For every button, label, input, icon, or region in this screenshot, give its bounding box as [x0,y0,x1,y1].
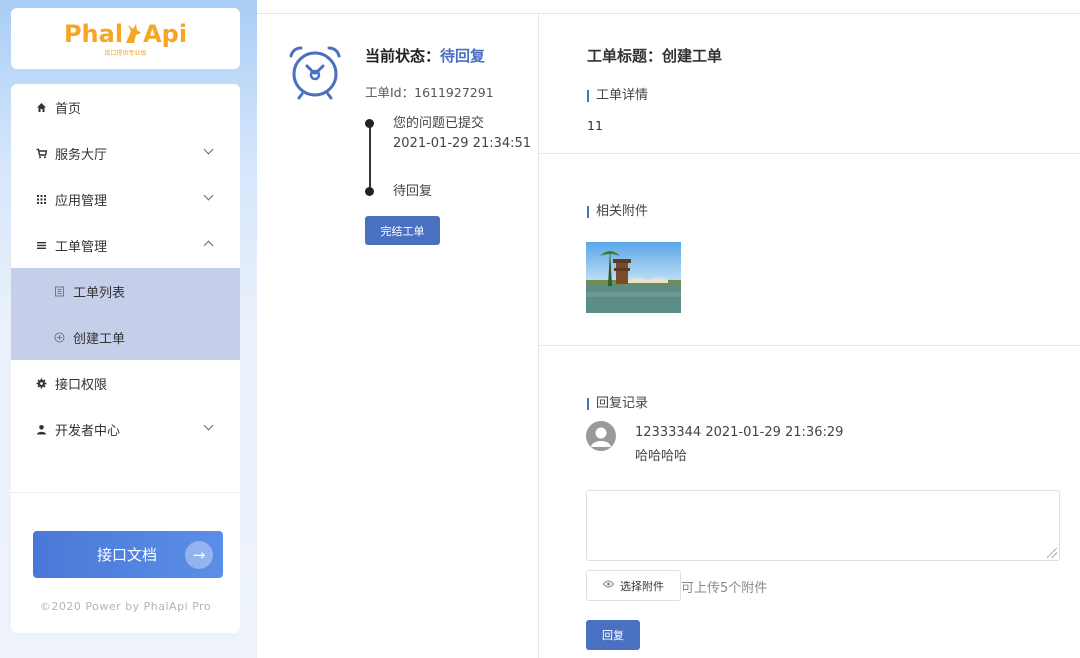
arrow-right-icon: → [185,541,213,569]
gear-icon [35,377,47,389]
reply-content: 哈哈哈哈 [635,449,688,464]
section-attachments: 相关附件 [587,205,648,218]
section-divider [539,153,1080,154]
avatar [586,421,616,451]
sidebar-item-label: 创建工单 [73,331,126,347]
sidebar-menu: 首页 服务大厅 应用管理 工单管理 工单列表 创建工单 接口权限 开发者中心 接… [11,84,240,633]
reply-textarea[interactable] [586,490,1060,561]
sidebar-item-create-ticket[interactable]: 创建工单 [11,314,240,360]
timeline-item-submitted: 您的问题已提交 2021-01-29 21:34:51 [393,114,531,154]
chevron-down-icon [203,190,214,201]
sidebar-item-label: 接口权限 [55,377,108,393]
column-divider [538,14,539,658]
timeline-dot [365,119,374,128]
main-content: 当前状态：待回复 工单Id：1611927291 您的问题已提交 2021-01… [257,0,1080,658]
document-icon [53,285,65,297]
logo-text-right: Api [143,19,188,48]
eye-icon [602,580,615,591]
alarm-clock-icon [289,46,341,100]
top-divider [257,13,1080,14]
timeline-line [369,124,371,192]
timeline-text: 待回复 [393,184,433,199]
chevron-up-icon [203,240,214,251]
ticket-id: 工单Id：1611927291 [365,82,494,101]
sidebar-item-label: 开发者中心 [55,423,121,439]
api-docs-label: 接口文档 [97,546,158,564]
timeline-item-pending: 待回复 [393,182,432,202]
copyright-text: ©2020 Power by PhalApi Pro [39,600,212,613]
reply-meta: 12333344 2021-01-29 21:36:29 [635,425,843,440]
sidebar-item-service-hall[interactable]: 服务大厅 [11,130,240,176]
choose-attachment-button[interactable]: 选择附件 [586,570,681,601]
timeline-text: 您的问题已提交 [393,116,485,131]
user-avatar-icon [591,427,611,447]
menu-divider [11,492,240,493]
sidebar-item-api-permissions[interactable]: 接口权限 [11,360,240,406]
ticket-detail-text: 11 [587,118,603,133]
sidebar-item-home[interactable]: 首页 [11,84,240,130]
attachment-thumbnail[interactable] [586,242,681,313]
section-replies: 回复记录 [587,397,648,410]
sidebar-item-label: 应用管理 [55,193,108,209]
ticket-title-value: 创建工单 [662,47,723,65]
list-icon [35,239,47,251]
cart-icon [35,147,47,159]
section-ticket-detail: 工单详情 [587,89,648,102]
fox-logo-icon [126,23,142,43]
api-docs-button[interactable]: 接口文档 → [33,531,223,578]
reply-time: 2021-01-29 21:36:29 [705,425,844,440]
timeline-dot [365,187,374,196]
chevron-down-icon [203,420,214,431]
logo-subtitle: 接口提供专业级 [104,49,147,57]
status-label: 当前状态： [365,47,441,65]
finish-ticket-button[interactable]: 完结工单 [365,216,440,245]
logo: Phal Api [64,21,187,47]
ticket-submenu: 工单列表 创建工单 [11,268,240,360]
reply-submit-button[interactable]: 回复 [586,620,640,650]
grid-icon [35,193,47,205]
ticket-id-value: 1611927291 [414,85,494,100]
sidebar-item-label: 首页 [55,101,82,117]
home-icon [35,101,47,113]
upload-hint: 可上传5个附件 [681,581,768,596]
logo-card[interactable]: Phal Api 接口提供专业级 [11,8,240,69]
sidebar-item-label: 服务大厅 [55,147,108,163]
chevron-down-icon [203,144,214,155]
status-value: 待回复 [440,47,486,65]
timeline-time: 2021-01-29 21:34:51 [393,136,532,151]
sidebar-item-developer-center[interactable]: 开发者中心 [11,406,240,452]
plus-circle-icon [53,331,65,343]
user-icon [35,423,47,435]
choose-attachment-label: 选择附件 [620,579,664,593]
sidebar-item-app-management[interactable]: 应用管理 [11,176,240,222]
sidebar-item-ticket-list[interactable]: 工单列表 [11,268,240,314]
reply-user: 12333344 [635,425,702,440]
ticket-status: 当前状态：待回复 [365,45,485,66]
logo-text-left: Phal [63,19,124,48]
resize-handle-icon[interactable] [1047,548,1057,558]
sidebar-item-label: 工单管理 [55,239,108,255]
section-divider [539,345,1080,346]
ticket-title: 工单标题：创建工单 [587,45,722,66]
sidebar-item-label: 工单列表 [73,285,126,301]
ticket-title-label: 工单标题： [587,47,663,65]
ticket-id-label: 工单Id： [365,85,415,100]
sidebar-item-ticket-management[interactable]: 工单管理 [11,222,240,268]
